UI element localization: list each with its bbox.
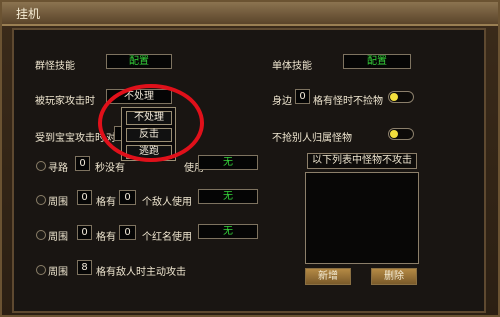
hang-up-window: 挂机 群怪技能 配置 被玩家攻击时 不处理 受到宝宝攻击时 对 打 寻路 0 秒… [0,0,500,317]
flee-radio[interactable] [36,161,46,171]
auto-attack-radio[interactable] [36,265,46,275]
red-name-radio[interactable] [36,230,46,240]
single-skill-label: 单体技能 [272,61,312,72]
group-skill-label: 群怪技能 [35,61,75,72]
red-highlight-circle [98,84,204,162]
no-steal-toggle[interactable] [388,128,414,140]
ignore-monster-list[interactable] [305,172,419,264]
title-bar: 挂机 [2,2,498,26]
add-button[interactable]: 新增 [305,268,351,285]
nearby-range-input[interactable]: 0 [295,89,310,104]
enemy-label: 周围 [48,197,68,208]
flee-text: 秒没有 [95,163,125,174]
red-name-count-input[interactable]: 0 [119,225,136,240]
auto-attack-range-input[interactable]: 8 [77,260,92,275]
enemy-item-select[interactable]: 无 [198,189,258,204]
nearby-text: 格有怪时不捡物 [313,96,383,107]
delete-button[interactable]: 删除 [371,268,417,285]
toggle-knob [390,130,398,138]
auto-attack-text: 格有敌人时主动攻击 [96,267,186,278]
attacked-by-pet-label: 受到宝宝攻击时 [35,133,105,144]
nearby-toggle[interactable] [388,91,414,103]
enemy-mid1: 格有 [96,197,116,208]
red-name-mid2: 个红名使用 [142,232,192,243]
flee-label: 寻路 [48,163,68,174]
enemy-count-input[interactable]: 0 [119,190,136,205]
no-steal-label: 不抢别人归属怪物 [272,133,352,144]
attacked-by-player-label: 被玩家攻击时 [35,96,95,107]
toggle-knob [390,93,398,101]
group-skill-config-button[interactable]: 配置 [106,54,172,69]
enemy-range-input[interactable]: 0 [77,190,92,205]
auto-attack-label: 周围 [48,267,68,278]
enemy-radio[interactable] [36,195,46,205]
red-name-mid1: 格有 [96,232,116,243]
window-title: 挂机 [16,7,41,21]
flee-item-select[interactable]: 无 [198,155,258,170]
single-skill-config-button[interactable]: 配置 [343,54,411,69]
enemy-mid2: 个敌人使用 [142,197,192,208]
ignore-list-header: 以下列表中怪物不攻击 [307,153,417,169]
flee-seconds-input[interactable]: 0 [75,156,90,171]
nearby-prefix: 身边 [272,96,292,107]
red-name-label: 周围 [48,232,68,243]
red-name-item-select[interactable]: 无 [198,224,258,239]
red-name-range-input[interactable]: 0 [77,225,92,240]
